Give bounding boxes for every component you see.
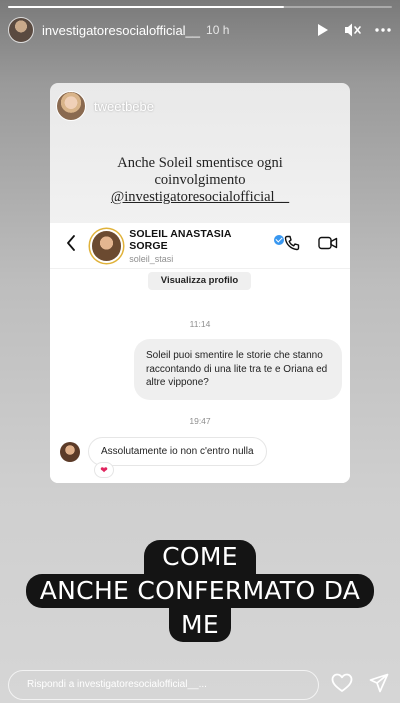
sender-avatar (60, 441, 80, 462)
video-call-icon (318, 236, 338, 255)
story-view: investigatoresocialofficial__ 10 h tweet… (0, 0, 400, 703)
message-timestamp-1: 11:14 (189, 319, 211, 329)
shared-post-card[interactable]: tweetbebe Anche Soleil smentisce ogni co… (50, 83, 350, 483)
story-progress-fill (8, 6, 285, 8)
caption-line-2: ANCHE CONFERMATO DA (25, 574, 375, 608)
shared-post-avatar[interactable] (56, 91, 86, 121)
reply-input[interactable]: Rispondi a investigatoresocialofficial__… (8, 670, 319, 700)
more-icon[interactable] (374, 21, 392, 39)
shared-post-header: tweetbebe (56, 91, 154, 121)
send-icon[interactable] (369, 673, 389, 698)
story-progress-bar (8, 6, 392, 8)
phone-icon (284, 235, 300, 256)
story-caption: COME ANCHE CONFERMATO DA ME (0, 540, 400, 642)
heart-icon[interactable] (331, 673, 353, 698)
dm-contact-name: SOLEIL ANASTASIA SORGE (129, 227, 232, 252)
dm-header: SOLEIL ANASTASIA SORGE soleil_stasi (50, 223, 350, 269)
story-author-username[interactable]: investigatoresocialofficial__ (42, 23, 200, 38)
story-author-avatar[interactable] (8, 17, 34, 43)
verified-badge-icon (274, 234, 284, 245)
quote-mention[interactable]: @investigatoresocialofficial__ (50, 189, 350, 206)
mute-icon[interactable] (344, 21, 362, 39)
received-message-row: Assolutamente io non c'entro nulla (60, 437, 267, 466)
caption-line-1: COME (144, 540, 256, 574)
post-quote-text: Anche Soleil smentisce ogni coinvolgimen… (50, 155, 350, 206)
dm-screenshot: SOLEIL ANASTASIA SORGE soleil_stasi Visu… (50, 223, 350, 483)
quote-line-2: coinvolgimento (154, 172, 246, 188)
dm-contact-avatar (91, 230, 122, 261)
received-message-bubble: Assolutamente io non c'entro nulla (88, 437, 267, 466)
message-timestamp-2: 19:47 (189, 416, 211, 426)
shared-post-username[interactable]: tweetbebe (94, 99, 154, 114)
back-arrow-icon (66, 235, 80, 256)
view-profile-button: Visualizza profilo (148, 272, 251, 290)
dm-contact-handle: soleil_stasi (129, 253, 174, 264)
caption-line-3: ME (169, 608, 231, 642)
heart-reaction-icon: ❤ (95, 463, 113, 477)
story-header: investigatoresocialofficial__ 10 h (8, 14, 392, 46)
play-icon[interactable] (314, 21, 332, 39)
sent-message-bubble: Soleil puoi smentire le storie che stann… (134, 339, 342, 400)
quote-line-1: Anche Soleil smentisce ogni (117, 155, 283, 171)
story-time: 10 h (206, 23, 230, 37)
